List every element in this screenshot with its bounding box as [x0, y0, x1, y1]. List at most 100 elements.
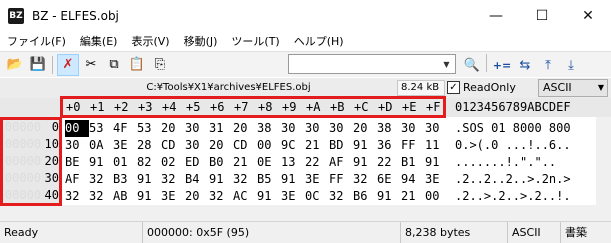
- hex-byte[interactable]: 0C: [305, 188, 329, 205]
- horizontal-scrollbar[interactable]: [0, 205, 611, 221]
- hex-byte[interactable]: 30: [329, 120, 353, 137]
- maximize-button[interactable]: ☐: [519, 0, 565, 31]
- cursor-byte[interactable]: 00: [65, 120, 89, 137]
- hex-byte[interactable]: 36: [377, 137, 401, 154]
- hex-byte[interactable]: 91: [425, 154, 449, 171]
- hex-byte[interactable]: 02: [161, 154, 185, 171]
- hex-row[interactable]: AF 32 B3 91 32 B4 91 32 B5 91 3E FF 32 6E 94 3E: [65, 171, 449, 188]
- hex-byte[interactable]: B4: [185, 171, 209, 188]
- jump-top-icon[interactable]: ⤒: [537, 54, 559, 76]
- jump-bottom-icon[interactable]: ⤓: [560, 54, 582, 76]
- hex-byte[interactable]: FF: [329, 171, 353, 188]
- undo-icon[interactable]: ✗: [57, 53, 79, 76]
- hex-byte[interactable]: 3E: [161, 188, 185, 205]
- hex-byte[interactable]: 0A: [89, 137, 113, 154]
- menu-help[interactable]: ヘルプ(H): [287, 33, 351, 49]
- sync-icon[interactable]: ⇆: [514, 54, 536, 76]
- hex-byte[interactable]: 20: [353, 120, 377, 137]
- paste-icon[interactable]: 📋: [126, 54, 148, 76]
- hex-byte[interactable]: 32: [89, 171, 113, 188]
- hex-byte[interactable]: 21: [305, 137, 329, 154]
- hex-byte[interactable]: ED: [185, 154, 209, 171]
- hex-byte[interactable]: 20: [161, 120, 185, 137]
- hex-byte[interactable]: 32: [209, 188, 233, 205]
- minimize-button[interactable]: —: [473, 0, 519, 31]
- hex-byte[interactable]: 20: [185, 188, 209, 205]
- hex-row[interactable]: 32 32 AB 91 3E 20 32 AC 91 3E 0C 32 B6 91 21 00: [65, 188, 449, 205]
- hex-byte[interactable]: 91: [281, 171, 305, 188]
- hex-byte[interactable]: AF: [65, 171, 89, 188]
- hex-byte[interactable]: 3E: [113, 137, 137, 154]
- hex-byte[interactable]: 11: [425, 137, 449, 154]
- open-folder-icon[interactable]: 📂: [4, 54, 26, 76]
- search-combo[interactable]: ▼: [288, 54, 456, 74]
- hex-byte[interactable]: 30: [401, 120, 425, 137]
- hex-byte[interactable]: 53: [89, 120, 113, 137]
- hex-byte[interactable]: 21: [233, 154, 257, 171]
- hex-row[interactable]: BE 91 01 82 02 ED B0 21 0E 13 22 AF 91 22 B1 91: [65, 154, 449, 171]
- hex-byte[interactable]: 53: [137, 120, 161, 137]
- hex-byte[interactable]: 91: [209, 171, 233, 188]
- hex-byte[interactable]: 32: [353, 171, 377, 188]
- menu-file[interactable]: ファイル(F): [0, 33, 73, 49]
- hex-rows[interactable]: 00 53 4F 53 20 30 31 20 38 30 30 30 20 38 30 30 30 0A 3E 28…: [65, 120, 449, 205]
- ascii-rows[interactable]: .SOS 01 8000 800 0.>(.0 ...!..6.........!…: [455, 120, 571, 205]
- hex-byte[interactable]: 91: [353, 137, 377, 154]
- vertical-scrollbar[interactable]: [596, 117, 611, 206]
- hex-byte[interactable]: 22: [377, 154, 401, 171]
- add-compare-icon[interactable]: +=: [491, 54, 513, 76]
- hex-byte[interactable]: 94: [401, 171, 425, 188]
- readonly-toggle[interactable]: ✓ ReadOnly: [447, 81, 516, 94]
- hex-byte[interactable]: AC: [233, 188, 257, 205]
- hex-byte[interactable]: 4F: [113, 120, 137, 137]
- hex-byte[interactable]: AB: [113, 188, 137, 205]
- hex-byte[interactable]: 00: [257, 137, 281, 154]
- hex-byte[interactable]: 30: [185, 137, 209, 154]
- hex-byte[interactable]: 3E: [425, 171, 449, 188]
- ascii-row[interactable]: .......!."."..: [455, 154, 571, 171]
- hex-byte[interactable]: 20: [209, 137, 233, 154]
- hex-byte[interactable]: B0: [209, 154, 233, 171]
- hex-byte[interactable]: BE: [65, 154, 89, 171]
- ascii-row[interactable]: .SOS 01 8000 800: [455, 120, 571, 137]
- hex-byte[interactable]: 3E: [305, 171, 329, 188]
- hex-byte[interactable]: B6: [353, 188, 377, 205]
- hex-byte[interactable]: 91: [137, 188, 161, 205]
- hex-byte[interactable]: 0E: [257, 154, 281, 171]
- menu-edit[interactable]: 編集(E): [73, 33, 125, 49]
- ascii-row[interactable]: 0.>(.0 ...!..6..: [455, 137, 571, 154]
- copy-icon[interactable]: ⧉: [103, 54, 125, 76]
- hex-byte[interactable]: CD: [233, 137, 257, 154]
- hex-byte[interactable]: 32: [65, 188, 89, 205]
- save-icon[interactable]: 💾: [27, 54, 49, 76]
- ascii-row[interactable]: .2..2..2..>.2n.>: [455, 171, 571, 188]
- chevron-down-icon[interactable]: ▼: [438, 55, 455, 73]
- hex-byte[interactable]: 30: [425, 120, 449, 137]
- hex-byte[interactable]: 38: [377, 120, 401, 137]
- hex-byte[interactable]: 30: [281, 120, 305, 137]
- hex-byte[interactable]: 32: [233, 171, 257, 188]
- hex-byte[interactable]: 32: [161, 171, 185, 188]
- hex-byte[interactable]: 30: [65, 137, 89, 154]
- cut-icon[interactable]: ✂: [80, 54, 102, 76]
- hex-byte[interactable]: 30: [305, 120, 329, 137]
- hex-byte[interactable]: 32: [329, 188, 353, 205]
- encoding-select[interactable]: ASCII ▼: [538, 79, 608, 97]
- binoculars-search-icon[interactable]: 🔍: [461, 54, 483, 76]
- hex-byte[interactable]: FF: [401, 137, 425, 154]
- hex-byte[interactable]: 00: [425, 188, 449, 205]
- hex-byte[interactable]: B5: [257, 171, 281, 188]
- hex-view[interactable]: +0 +1 +2 +3 +4 +5 +6 +7 +8 +9 +A +B +C +D +E +F 0123456…: [0, 98, 611, 205]
- hex-byte[interactable]: B3: [113, 171, 137, 188]
- hex-byte[interactable]: 20: [233, 120, 257, 137]
- hex-byte[interactable]: 31: [209, 120, 233, 137]
- hex-byte[interactable]: 91: [377, 188, 401, 205]
- readonly-checkbox[interactable]: ✓: [447, 81, 460, 94]
- hex-byte[interactable]: 21: [401, 188, 425, 205]
- hex-byte[interactable]: BD: [329, 137, 353, 154]
- ascii-row[interactable]: .2..>.2..>.2..!.: [455, 188, 571, 205]
- hex-byte[interactable]: 91: [257, 188, 281, 205]
- hex-byte[interactable]: 9C: [281, 137, 305, 154]
- close-button[interactable]: ✕: [565, 0, 611, 31]
- hex-byte[interactable]: 91: [89, 154, 113, 171]
